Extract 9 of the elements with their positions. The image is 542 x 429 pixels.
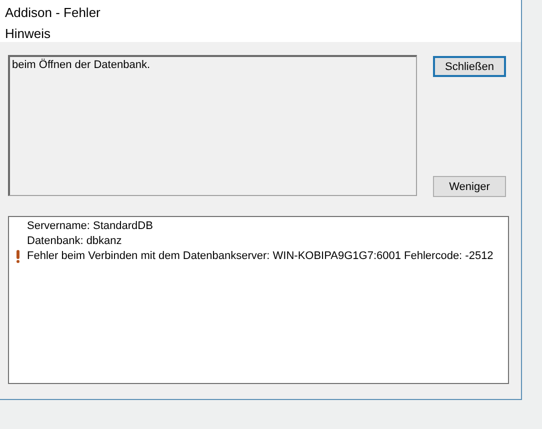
message-box: beim Öffnen der Datenbank. (8, 55, 417, 196)
header-text: Hinweis (5, 26, 51, 41)
detail-text: Datenbank: dbkanz (27, 234, 122, 250)
exclamation-icon (16, 250, 20, 263)
window-title: Addison - Fehler (5, 5, 100, 20)
dialog-button[interactable]: Weniger (433, 176, 506, 197)
dialog-button[interactable]: Schließen (433, 56, 506, 77)
detail-text: Fehler beim Verbinden mit dem Datenbankserver: WIN-KOBIPA9G1G7:6001 Fehlercode: -2512 (27, 249, 494, 264)
detail-text: Servername: StandardDB (27, 219, 153, 234)
